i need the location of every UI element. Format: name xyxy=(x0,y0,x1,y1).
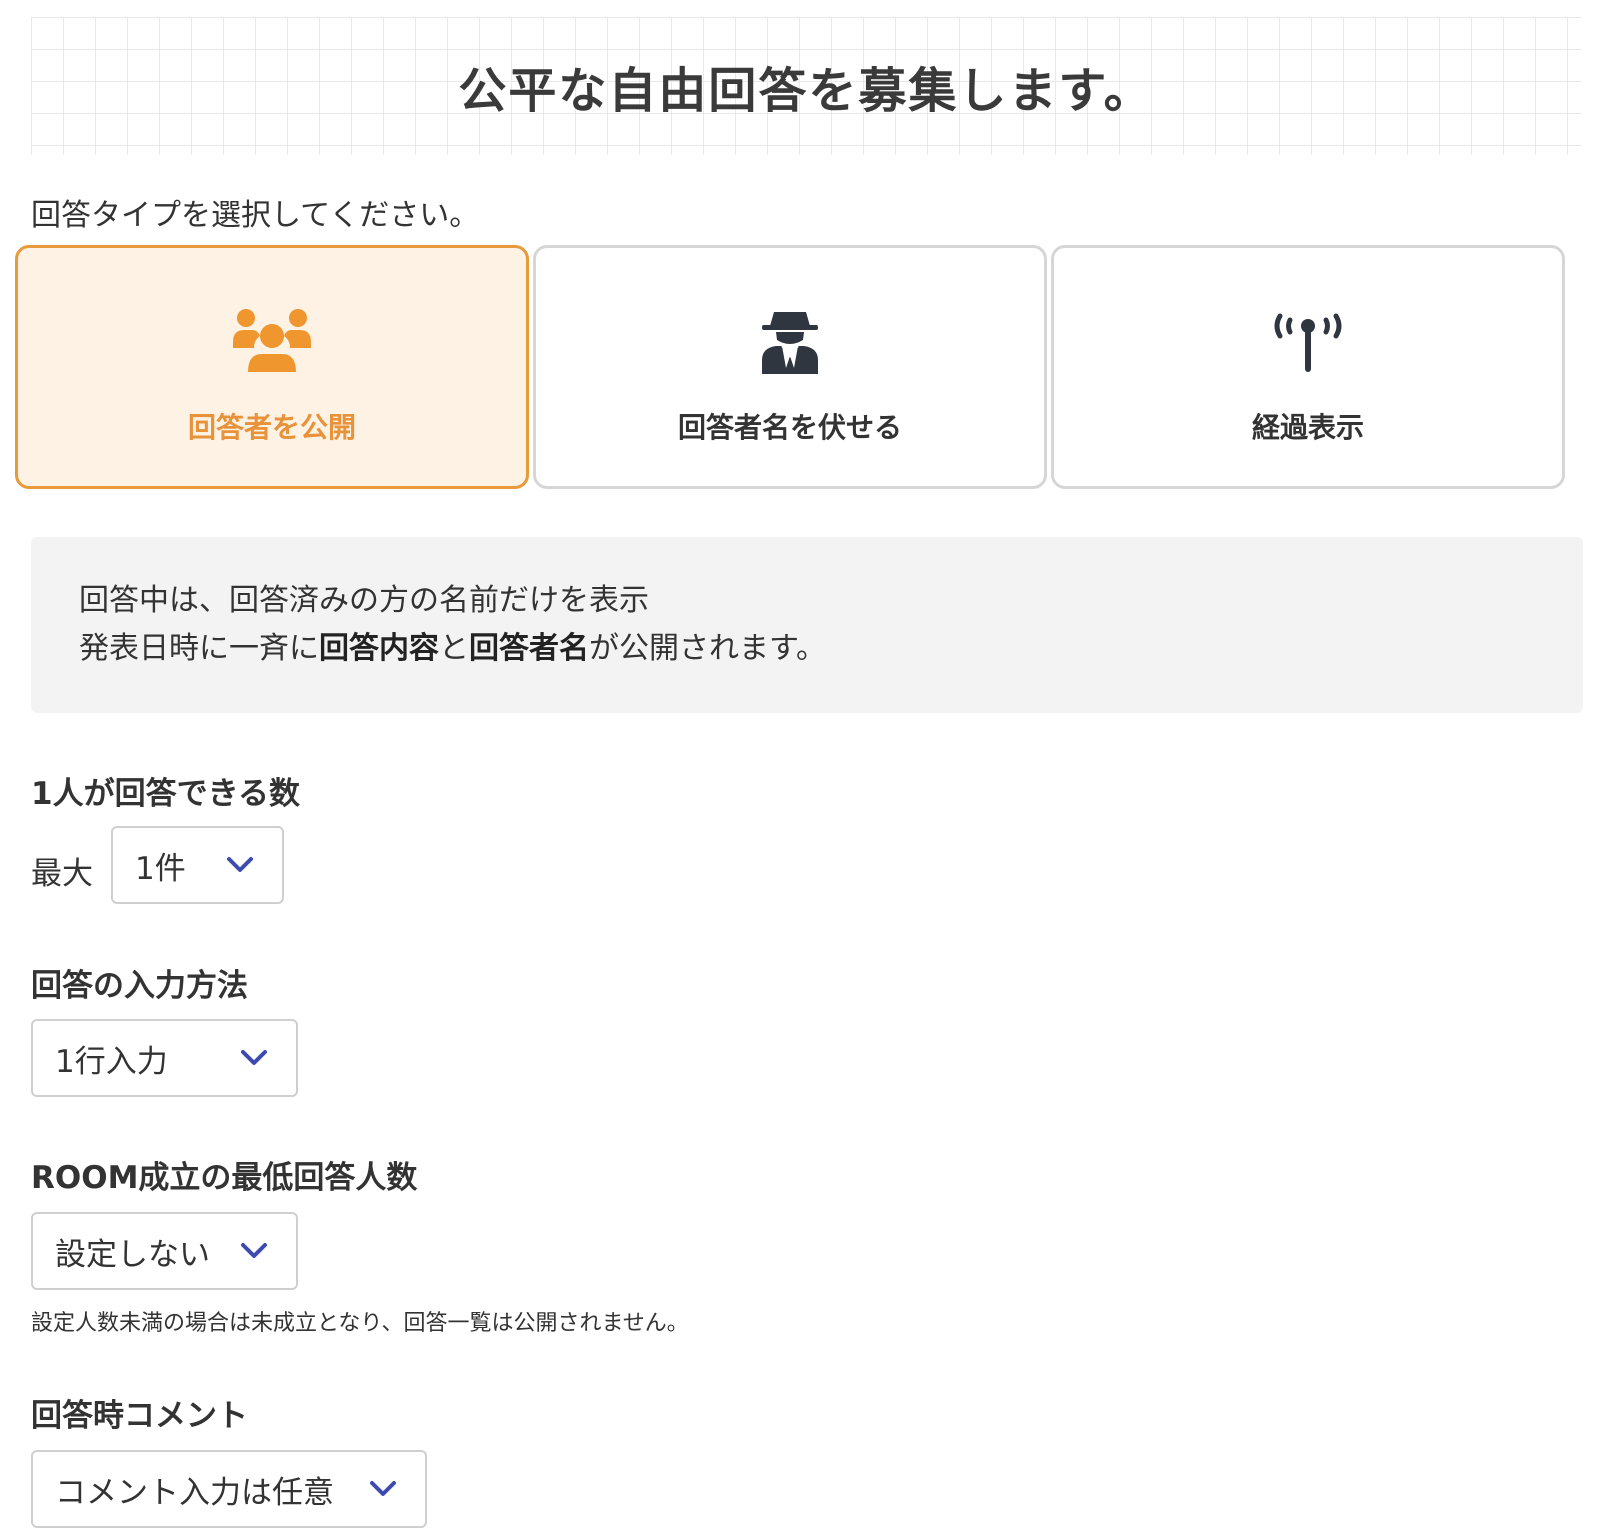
description-line-2: 発表日時に一斉に回答内容と回答者名が公開されます。 xyxy=(79,625,1535,673)
chevron-down-icon xyxy=(240,1241,270,1261)
answer-type-prompt: 回答タイプを選択してください。 xyxy=(31,198,480,233)
min-respondents-note: 設定人数未満の場合は未成立となり、回答一覧は公開されません。 xyxy=(31,1311,689,1336)
description-line-1: 回答中は、回答済みの方の名前だけを表示 xyxy=(79,583,649,618)
answer-type-option-public[interactable]: 回答者を公開 xyxy=(15,245,529,489)
chevron-down-icon xyxy=(369,1479,399,1499)
chevron-down-icon xyxy=(226,855,256,875)
answer-type-option-progress[interactable]: 経過表示 xyxy=(1051,245,1565,489)
comment-select[interactable]: コメント入力は任意 xyxy=(31,1450,427,1528)
broadcast-tower-icon xyxy=(1263,306,1353,376)
incognito-icon xyxy=(745,306,835,376)
page-header: 公平な自由回答を募集します。 xyxy=(31,17,1581,155)
max-label: 最大 xyxy=(31,856,93,892)
comment-title: 回答時コメント xyxy=(31,1398,248,1434)
description-text: と xyxy=(439,631,469,666)
description-text: 発表日時に一斉に xyxy=(79,631,319,666)
min-respondents-title: ROOM成立の最低回答人数 xyxy=(31,1160,418,1196)
description-text: が公開されます。 xyxy=(589,631,826,666)
select-value: コメント入力は任意 xyxy=(55,1474,334,1511)
description-emphasis: 回答内容 xyxy=(319,631,439,666)
answer-type-label: 回答者を公開 xyxy=(187,411,356,444)
description-emphasis: 回答者名 xyxy=(469,631,589,666)
per-person-title: 1人が回答できる数 xyxy=(31,776,300,812)
select-value: 1行入力 xyxy=(55,1043,168,1080)
select-value: 設定しない xyxy=(55,1236,210,1273)
chevron-down-icon xyxy=(240,1048,270,1068)
answer-type-label: 経過表示 xyxy=(1251,411,1364,444)
input-method-title: 回答の入力方法 xyxy=(31,968,248,1004)
min-respondents-select[interactable]: 設定しない xyxy=(31,1212,298,1290)
page-title: 公平な自由回答を募集します。 xyxy=(458,63,1154,119)
answer-type-label: 回答者名を伏せる xyxy=(677,411,902,444)
select-value: 1件 xyxy=(135,850,186,887)
answers-per-person-select[interactable]: 1件 xyxy=(111,826,284,904)
input-method-select[interactable]: 1行入力 xyxy=(31,1019,298,1097)
answer-type-description: 回答中は、回答済みの方の名前だけを表示 発表日時に一斉に回答内容と回答者名が公開… xyxy=(31,537,1583,713)
group-icon xyxy=(227,306,317,376)
answer-type-option-anonymous[interactable]: 回答者名を伏せる xyxy=(533,245,1047,489)
answer-type-cards: 回答者を公開 回答者名を伏せる 経過表示 xyxy=(15,245,1599,495)
